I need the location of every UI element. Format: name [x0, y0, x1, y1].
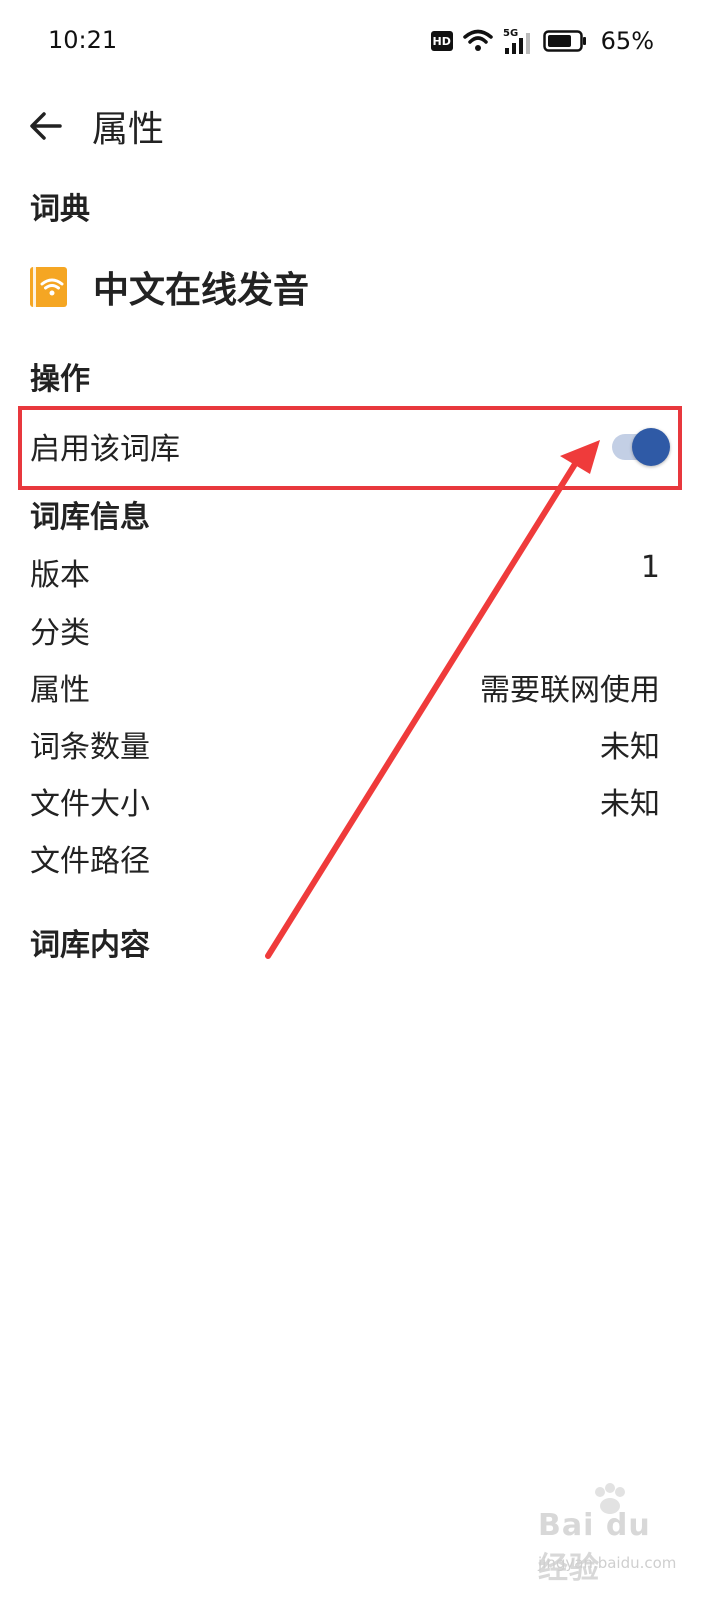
status-bar: 10:21 HD 5G 65% [0, 0, 716, 80]
app-bar: 属性 [0, 92, 716, 162]
enable-dictionary-switch[interactable] [610, 428, 672, 466]
info-row-category: 分类 [30, 604, 660, 651]
section-content: 词库内容 [30, 928, 150, 963]
signal-5g-icon: 5G [503, 28, 530, 54]
info-row-file-size: 文件大小 未知 [30, 775, 660, 822]
battery-percent: 65% [600, 27, 654, 55]
info-label: 词条数量 [30, 730, 150, 765]
info-value: 未知 [600, 730, 660, 765]
info-label: 版本 [30, 558, 90, 593]
watermark-brand: Bai du 经验 [538, 1508, 651, 1586]
info-label: 分类 [30, 616, 90, 651]
section-actions: 操作 [30, 362, 90, 397]
wifi-icon [462, 29, 493, 51]
back-arrow-icon [30, 112, 62, 140]
page-title: 属性 [92, 109, 165, 150]
status-icons: HD 5G 65% [430, 24, 654, 58]
dictionary-item: 中文在线发音 [30, 262, 309, 312]
hd-icon: HD [430, 31, 453, 51]
section-info: 词库信息 [30, 500, 150, 535]
info-label: 文件大小 [30, 787, 150, 822]
section-dictionary: 词典 [30, 192, 90, 227]
wifi-book-icon [30, 267, 67, 307]
enable-dictionary-label: 启用该词库 [30, 432, 180, 467]
info-value: 需要联网使用 [480, 673, 660, 708]
network-type-label: 5G [503, 28, 518, 39]
status-time: 10:21 [48, 26, 118, 54]
info-label: 属性 [30, 673, 90, 708]
watermark: Bai du 经验 jingyan.baidu.com [538, 1483, 688, 1588]
info-value: 1 [640, 550, 660, 585]
info-row-version: 版本 1 [30, 546, 660, 593]
info-row-file-path: 文件路径 [30, 832, 660, 879]
enable-dictionary-row[interactable]: 启用该词库 [18, 406, 682, 490]
dictionary-name: 中文在线发音 [93, 270, 310, 311]
switch-thumb [632, 428, 670, 466]
info-value: 未知 [600, 787, 660, 822]
info-row-attribute: 属性 需要联网使用 [30, 661, 660, 708]
info-row-entry-count: 词条数量 未知 [30, 718, 660, 765]
info-label: 文件路径 [30, 844, 150, 879]
back-button[interactable] [24, 104, 68, 148]
watermark-url: jingyan.baidu.com [538, 1554, 677, 1572]
battery-icon [542, 30, 586, 52]
